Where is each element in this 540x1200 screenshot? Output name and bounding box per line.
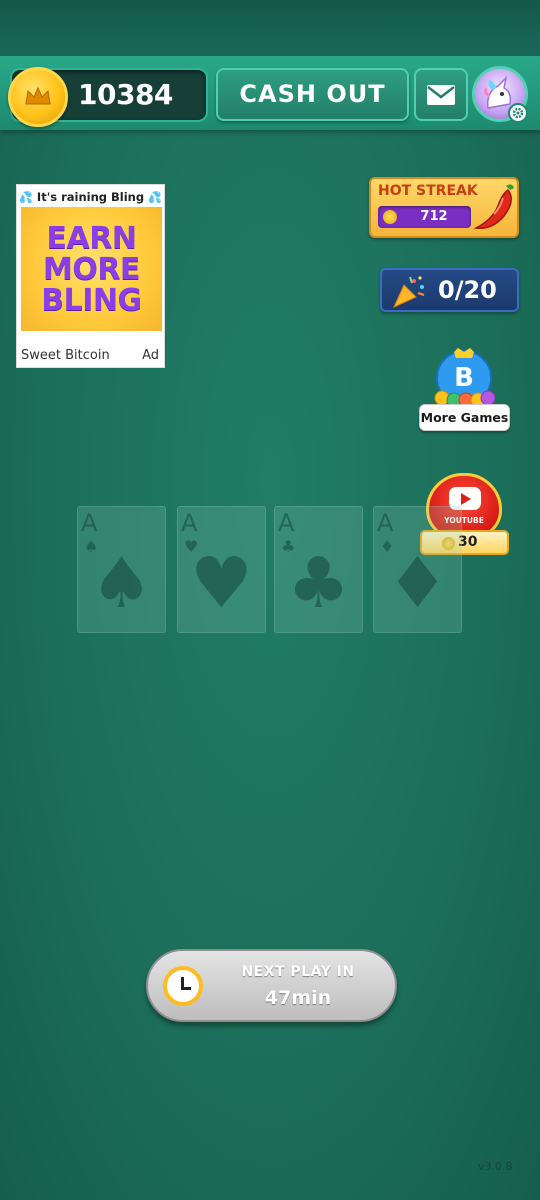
- card-ace-of-hearts[interactable]: A ♥ ♥: [177, 506, 266, 633]
- card-ace-of-spades[interactable]: A ♠ ♠: [77, 506, 166, 633]
- card-ace-of-diamonds[interactable]: A ♦ ♦: [373, 506, 462, 633]
- ad-banner-line: BLING: [41, 282, 142, 318]
- more-games-icon[interactable]: B: [430, 348, 498, 406]
- club-icon: ♣: [287, 542, 350, 624]
- more-games-logo-letter: B: [454, 363, 474, 393]
- card-ace-of-clubs[interactable]: A ♣ ♣: [274, 506, 363, 633]
- clock-icon: [163, 966, 203, 1006]
- mail-button[interactable]: [414, 68, 468, 121]
- cash-out-button[interactable]: CASH OUT: [216, 68, 409, 121]
- ad-banner-line: EARN: [46, 220, 137, 256]
- chili-pepper-icon: [473, 184, 514, 229]
- gear-icon: [512, 107, 524, 119]
- progress-count: 0/20: [438, 276, 497, 304]
- diamond-icon: ♦: [386, 542, 449, 624]
- heart-icon: ♥: [190, 542, 253, 624]
- status-strip: [0, 0, 540, 56]
- coin-balance: 10384: [78, 78, 173, 111]
- ad-advertiser: Sweet Bitcoin: [21, 348, 110, 363]
- hot-streak-title: HOT STREAK: [378, 183, 478, 199]
- next-play-button[interactable]: NEXT PLAY IN 47min: [146, 949, 397, 1022]
- ad-label: Ad: [142, 348, 159, 363]
- envelope-icon: [427, 84, 455, 105]
- party-popper-icon: [392, 276, 425, 309]
- hot-streak-bar: 712: [378, 206, 471, 228]
- coin-icon: [383, 210, 397, 224]
- next-play-time: 47min: [264, 987, 332, 1009]
- settings-gear-icon[interactable]: [508, 103, 528, 123]
- ad-banner-line: MORE: [43, 251, 140, 287]
- next-play-title: NEXT PLAY IN: [241, 964, 355, 980]
- crown-icon: [25, 86, 51, 105]
- progress-badge[interactable]: 0/20: [380, 268, 519, 312]
- spade-icon: ♠: [90, 542, 153, 624]
- ad-headline: It's raining Bling: [36, 190, 145, 204]
- version-label: v3.0.8: [478, 1160, 513, 1173]
- droplet-icon: 💦: [148, 191, 162, 204]
- more-games-button[interactable]: More Games: [419, 404, 510, 431]
- ad-banner[interactable]: 💦 It's raining Bling 💦 EARN MORE BLING S…: [16, 184, 165, 368]
- ad-image[interactable]: EARN MORE BLING: [21, 207, 162, 331]
- hot-streak-value: 712: [420, 209, 448, 224]
- card-rank: A: [81, 509, 98, 537]
- card-rank: A: [278, 509, 295, 537]
- droplet-icon: 💦: [19, 191, 33, 204]
- ad-headline-row: 💦 It's raining Bling 💦: [17, 188, 164, 206]
- card-rank: A: [377, 509, 394, 537]
- crown-coin-icon: [8, 67, 68, 127]
- card-rank: A: [181, 509, 198, 537]
